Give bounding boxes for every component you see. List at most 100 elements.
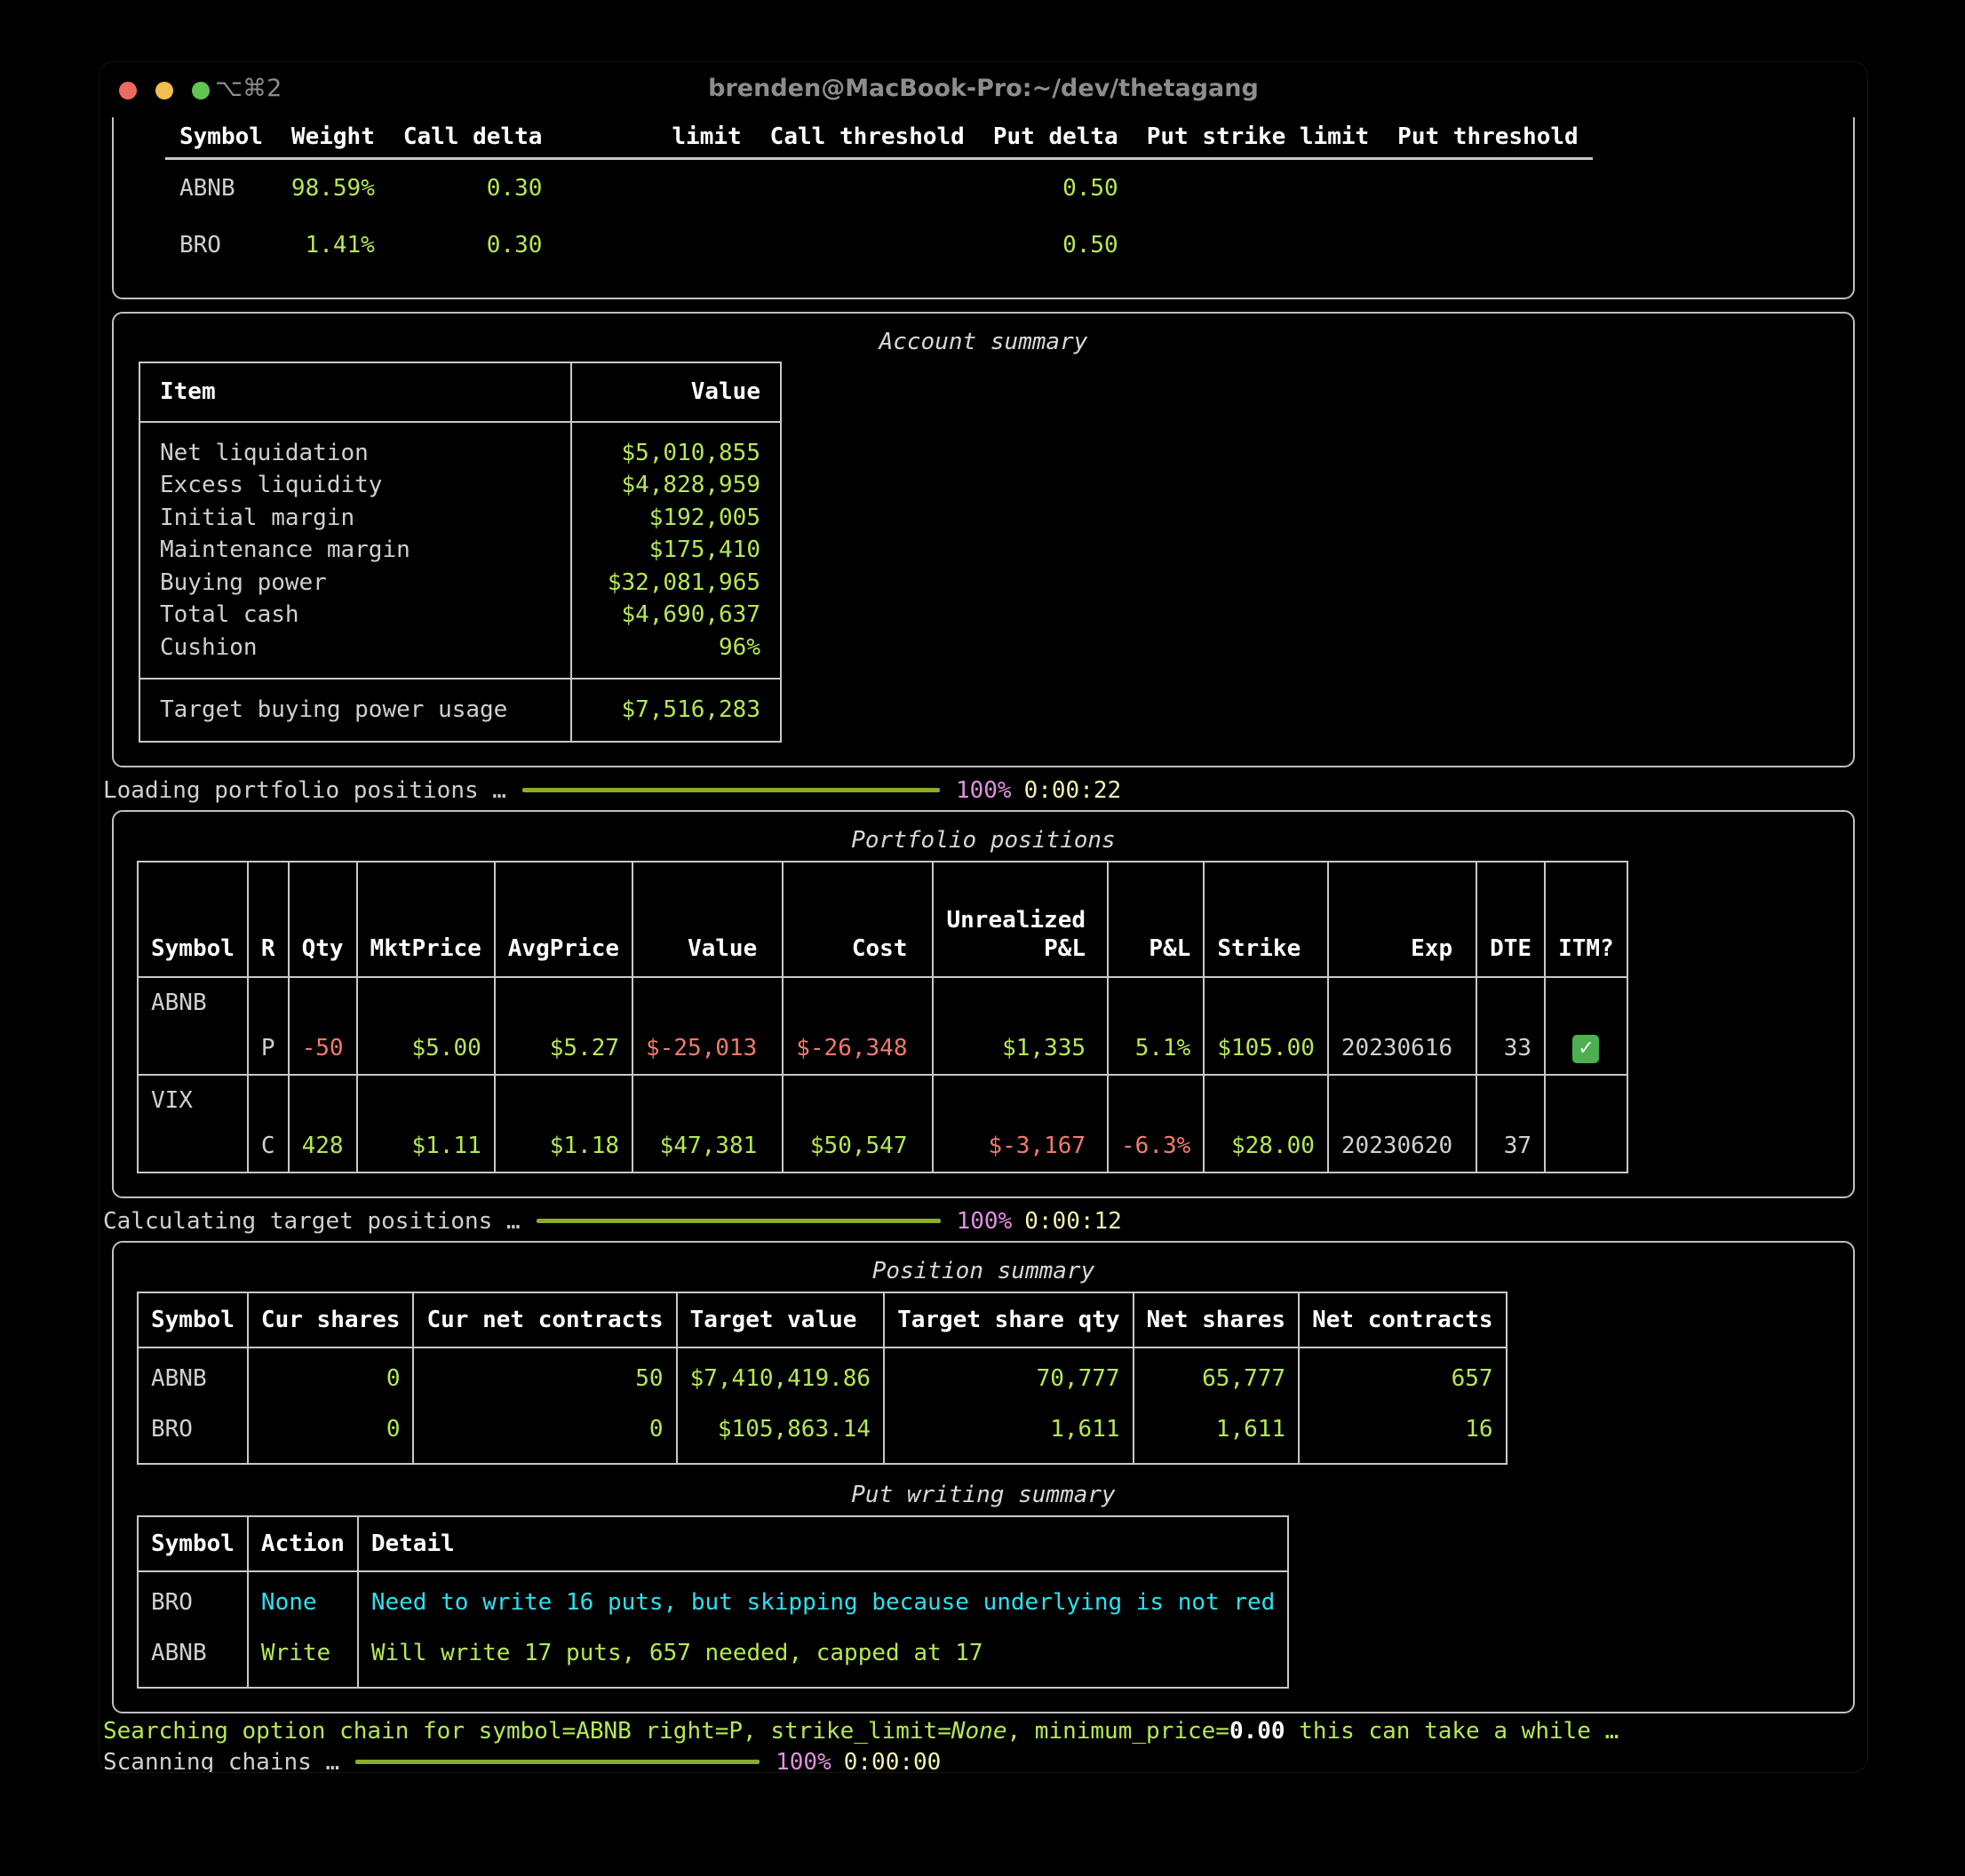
cell-detail: Will write 17 puts, 657 needed, capped a… — [356, 1627, 1290, 1689]
col-call-delta: Call delta — [388, 117, 557, 160]
col-unrealized-line2: P&L — [1044, 935, 1086, 962]
title-bar: ⌥⌘2 brenden@MacBook-Pro:~/dev/thetagang — [99, 62, 1867, 117]
cell-value: $4,690,637 — [570, 599, 782, 632]
cell-itm — [1544, 1073, 1628, 1173]
cell-symbol: ABNB — [137, 975, 249, 1076]
status-part-1: Searching option chain for symbol=ABNB r… — [103, 1718, 951, 1745]
table-footer-row: Target buying power usage $7,516,283 — [139, 679, 782, 743]
cell-avgprice: $1.18 — [493, 1073, 634, 1173]
cell-qty: -50 — [287, 975, 358, 1076]
cell-symbol: ABNB — [179, 174, 235, 202]
col-r: R — [246, 860, 290, 978]
cell-call-delta: 0.30 — [486, 232, 543, 258]
cell-value: $5,010,855 — [570, 421, 782, 469]
col-symbol: Symbol — [137, 1514, 249, 1572]
cell-net-shares: 65,777 — [1132, 1347, 1301, 1404]
cell-item: Total cash — [139, 599, 572, 632]
cell-cur-shares: 0 — [246, 1403, 415, 1465]
cell-pl: 5.1% — [1107, 975, 1205, 1076]
progress-elapsed: 0:00:00 — [843, 1748, 942, 1773]
cell-target-buying-power-label: Target buying power usage — [139, 679, 572, 743]
col-strike: Strike — [1203, 860, 1329, 978]
cell-symbol: VIX — [137, 1073, 249, 1173]
col-qty: Qty — [287, 860, 358, 978]
cell-action: None — [246, 1570, 359, 1628]
status-minimum-price-value: 0.00 — [1229, 1718, 1285, 1745]
cell-symbol: BRO — [179, 232, 221, 258]
cell-unrealized-pl: $-3,167 — [932, 1073, 1110, 1173]
col-net-contracts: Net contracts — [1298, 1291, 1508, 1348]
put-writing-summary-title: Put writing summary — [851, 1482, 1116, 1508]
cell-value: $32,081,965 — [570, 566, 782, 599]
loading-portfolio-progress: Loading portfolio positions … 100% 0:00:… — [99, 767, 1867, 811]
cell-value: 96% — [570, 631, 782, 680]
cell-symbol: ABNB — [137, 1347, 249, 1404]
cell-put-threshold — [1383, 217, 1593, 274]
col-cur-net-contracts: Cur net contracts — [412, 1291, 678, 1348]
col-avgprice: AvgPrice — [493, 860, 634, 978]
cell-cur-net-contracts: 50 — [412, 1347, 678, 1404]
cell-net-contracts: 657 — [1298, 1347, 1508, 1404]
table-row: ABNB P -50 $5.00 $5.27 $-25,013 $-26,348… — [137, 975, 1628, 1076]
cell-item: Excess liquidity — [139, 469, 572, 502]
cell-mktprice: $5.00 — [355, 975, 496, 1076]
check-icon: ✓ — [1572, 1034, 1600, 1063]
desktop-background: ⌥⌘2 brenden@MacBook-Pro:~/dev/thetagang … — [0, 0, 1965, 1876]
table-row: Total cash $4,690,637 — [139, 599, 782, 632]
cell-weight: 98.59% — [290, 174, 375, 202]
window-title: brenden@MacBook-Pro:~/dev/thetagang — [708, 75, 1259, 102]
col-detail: Detail — [356, 1514, 1290, 1572]
cell-target-value: $105,863.14 — [675, 1403, 886, 1465]
cell-call-delta: 0.30 — [486, 174, 543, 202]
progress-bar — [536, 1219, 941, 1224]
cell-target-buying-power-value: $7,516,283 — [570, 679, 782, 743]
progress-percent: 100% — [955, 776, 1012, 804]
table-row: Buying power $32,081,965 — [139, 566, 782, 599]
cell-dte: 33 — [1476, 975, 1547, 1076]
table-row: VIX C 428 $1.11 $1.18 $47,381 $50,547 $-… — [137, 1073, 1628, 1173]
cell-put-strike-limit — [1133, 158, 1383, 217]
status-part-2: , minimum_price= — [1006, 1718, 1229, 1745]
cell-exp: 20230620 — [1326, 1073, 1478, 1173]
portfolio-positions-title: Portfolio positions — [851, 827, 1116, 854]
cell-r: P — [246, 975, 290, 1076]
cell-cost: $-26,348 — [782, 975, 935, 1076]
table-row: BRO 0 0 $105,863.14 1,611 1,611 16 — [137, 1403, 1508, 1465]
col-value: Value — [570, 362, 782, 423]
progress-bar — [521, 788, 940, 793]
cell-net-contracts: 16 — [1298, 1403, 1508, 1465]
table-row: BRO None Need to write 16 puts, but skip… — [137, 1570, 1290, 1628]
cell-call-threshold — [756, 217, 979, 274]
cell-item: Initial margin — [139, 501, 572, 534]
cell-qty: 428 — [287, 1073, 358, 1173]
table-row: Maintenance margin $175,410 — [139, 534, 782, 567]
config-panel: Symbol Weight Call delta limit Call thre… — [112, 117, 1855, 299]
cell-put-threshold — [1383, 158, 1593, 217]
cell-target-value: $7,410,419.86 — [675, 1347, 886, 1404]
col-action: Action — [246, 1514, 359, 1572]
table-row: ABNB 98.59% 0.30 0.50 — [165, 158, 1593, 217]
col-put-threshold: Put threshold — [1383, 117, 1593, 160]
progress-elapsed: 0:00:22 — [1023, 776, 1122, 804]
cell-item: Maintenance margin — [139, 534, 572, 567]
config-table: Symbol Weight Call delta limit Call thre… — [165, 117, 1593, 274]
cell-mktprice: $1.11 — [355, 1073, 496, 1173]
cell-value: $47,381 — [632, 1073, 784, 1173]
col-itm: ITM? — [1544, 860, 1628, 978]
cell-item: Cushion — [139, 631, 572, 680]
portfolio-header-row: Symbol R Qty MktPrice AvgPrice Value Cos… — [137, 860, 1628, 978]
cell-pl: -6.3% — [1107, 1073, 1205, 1173]
position-summary-table: Symbol Cur shares Cur net contracts Targ… — [137, 1291, 1508, 1466]
config-table-header-row: Symbol Weight Call delta limit Call thre… — [165, 117, 1593, 160]
col-pl: P&L — [1107, 860, 1205, 978]
col-value: Value — [632, 860, 784, 978]
progress-elapsed: 0:00:12 — [1024, 1207, 1122, 1235]
col-symbol: Symbol — [137, 1291, 249, 1348]
cell-call-threshold — [756, 158, 979, 217]
cell-target-share-qty: 70,777 — [883, 1347, 1134, 1404]
calculating-targets-progress: Calculating target positions … 100% 0:00… — [99, 1198, 1867, 1242]
col-net-shares: Net shares — [1132, 1291, 1301, 1348]
portfolio-positions-table: Symbol R Qty MktPrice AvgPrice Value Cos… — [137, 860, 1628, 1173]
cell-cur-shares: 0 — [246, 1347, 415, 1404]
position-summary-header-row: Symbol Cur shares Cur net contracts Targ… — [137, 1291, 1508, 1348]
